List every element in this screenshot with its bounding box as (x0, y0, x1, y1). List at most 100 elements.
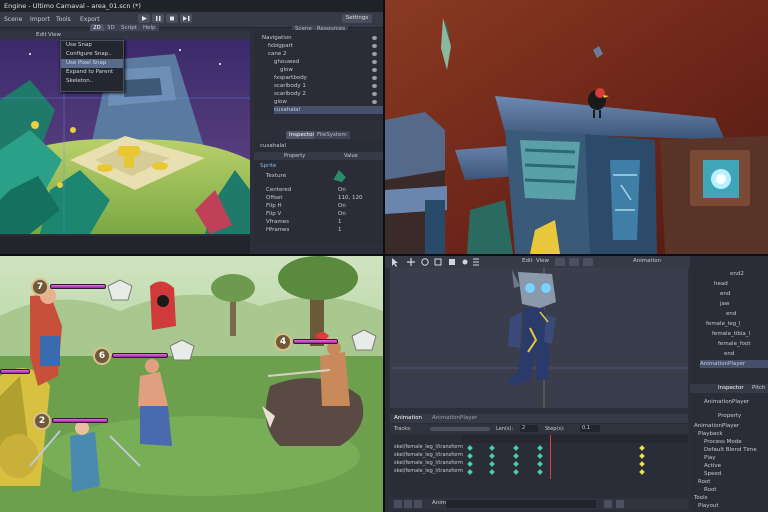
tree-item[interactable]: glow (280, 66, 293, 74)
bone-item[interactable]: end (726, 310, 736, 318)
bone-item[interactable]: end (720, 290, 730, 298)
viewport-edit-menu[interactable]: Edit (36, 32, 47, 38)
keyframe[interactable] (513, 461, 519, 467)
tab-filesystem[interactable]: FileSystem (314, 131, 350, 139)
keyframe[interactable] (639, 445, 645, 451)
tree-item[interactable]: ghouwed (274, 58, 299, 66)
visibility-icon[interactable] (372, 100, 377, 104)
bone-item[interactable]: female_tibia_l (712, 330, 750, 338)
bone-item[interactable]: female_foot (718, 340, 751, 348)
tree-item[interactable]: fxbigpart (268, 42, 293, 50)
anim-edit-menu[interactable]: Edit (522, 258, 533, 264)
bone-item[interactable]: jaw (720, 300, 729, 308)
keyframe[interactable] (537, 445, 543, 451)
menu-export[interactable]: Export (80, 16, 100, 23)
value-hframes[interactable]: 1 (338, 226, 342, 234)
anim-view-menu[interactable]: View (536, 258, 549, 264)
tree-item[interactable]: scarlbody 1 (274, 82, 306, 90)
tab-inspector-2[interactable]: Inspector (718, 385, 744, 391)
playhead[interactable] (550, 435, 551, 479)
keyframe[interactable] (537, 461, 543, 467)
value-vframes[interactable]: 1 (338, 218, 342, 226)
animation-dock-label[interactable]: Animation (633, 258, 661, 264)
bone-item[interactable]: female_leg_l (706, 320, 740, 328)
visibility-icon[interactable] (372, 92, 377, 96)
animation-viewport[interactable] (390, 268, 688, 408)
texture-preview[interactable] (333, 170, 346, 182)
tree-item[interactable]: cane 2 (268, 50, 287, 58)
scene-viewport[interactable] (0, 40, 250, 234)
loc-key-button[interactable] (555, 258, 565, 266)
visibility-icon[interactable] (372, 60, 377, 64)
step-button[interactable] (180, 14, 192, 23)
keyframe[interactable] (537, 453, 543, 459)
unit-health-bar (293, 339, 338, 344)
bone-item[interactable]: end (724, 350, 734, 358)
keyframe[interactable] (639, 453, 645, 459)
side-prop: Root (704, 487, 717, 493)
animation-panel: Animation AnimationPlayer Tracks: Len(s)… (390, 414, 688, 512)
value-offset[interactable]: 110, 120 (338, 194, 363, 202)
keyframe[interactable] (467, 453, 473, 459)
keyframe[interactable] (489, 453, 495, 459)
stop-button[interactable] (166, 14, 178, 23)
menu-scene[interactable]: Scene (4, 16, 22, 23)
keyframe[interactable] (489, 461, 495, 467)
skeleton-character (390, 268, 688, 408)
save-anim-button[interactable] (414, 500, 422, 508)
keyframe[interactable] (467, 461, 473, 467)
tree-item-selected[interactable]: cusahalal (274, 106, 383, 114)
menu-item-use-pixel-snap[interactable]: Use Pixel Snap (61, 59, 123, 68)
value-flip-h[interactable]: On (338, 202, 346, 210)
visibility-icon[interactable] (372, 36, 377, 40)
tab-inspector[interactable]: Inspector (286, 131, 318, 139)
scale-key-button[interactable] (583, 258, 593, 266)
keyframe[interactable] (513, 445, 519, 451)
keyframe[interactable] (467, 469, 473, 475)
keyframe[interactable] (489, 445, 495, 451)
viewport-view-menu[interactable]: View (48, 32, 61, 38)
visibility-icon[interactable] (372, 68, 377, 72)
keyframe[interactable] (639, 469, 645, 475)
visibility-icon[interactable] (372, 76, 377, 80)
pause-button[interactable] (152, 14, 164, 23)
node-type-item[interactable]: AnimationPlayer (700, 360, 768, 368)
menu-import[interactable]: Import (30, 16, 50, 23)
stop-anim-button[interactable] (616, 500, 624, 508)
bone-item[interactable]: end2 (730, 270, 744, 278)
side-prop: Playback (698, 431, 723, 437)
keyframe[interactable] (489, 469, 495, 475)
value-centered[interactable]: On (338, 186, 346, 194)
keyframe[interactable] (639, 461, 645, 467)
settings-button[interactable]: Settings (342, 14, 372, 23)
value-flip-v[interactable]: On (338, 210, 346, 218)
menu-item-use-snap[interactable]: Use Snap (61, 41, 123, 50)
bone-item[interactable]: head (714, 280, 728, 288)
open-anim-button[interactable] (404, 500, 412, 508)
keyframe[interactable] (513, 469, 519, 475)
anim-select[interactable] (446, 500, 596, 508)
visibility-icon[interactable] (372, 84, 377, 88)
tree-item[interactable]: Navigation (262, 34, 292, 42)
prop-flip-h: Flip H (266, 203, 282, 209)
menu-item-skeleton[interactable]: Skeleton.. (61, 77, 123, 86)
menu-item-configure-snap[interactable]: Configure Snap.. (61, 50, 123, 59)
keyframe[interactable] (537, 469, 543, 475)
play-button[interactable] (138, 14, 150, 23)
keyframe[interactable] (513, 453, 519, 459)
visibility-icon[interactable] (372, 52, 377, 56)
window-title: Engine - Ultimo Carnaval - area_01.scn (… (0, 0, 383, 12)
tab-pitch[interactable]: Pitch (752, 385, 765, 391)
visibility-icon[interactable] (372, 44, 377, 48)
tree-item[interactable]: scarlbody 2 (274, 90, 306, 98)
rot-key-button[interactable] (569, 258, 579, 266)
keyframe[interactable] (467, 445, 473, 451)
scene-tree-dock: Navigation fxbigpart cane 2 ghouwed glow… (254, 30, 383, 120)
menu-item-expand-to-parent[interactable]: Expand to Parent (61, 68, 123, 77)
new-anim-button[interactable] (394, 500, 402, 508)
unit-health-bar (52, 418, 108, 423)
play-anim-button[interactable] (604, 500, 612, 508)
tree-item[interactable]: glow (274, 98, 287, 106)
menu-tools[interactable]: Tools (56, 16, 71, 23)
tree-item[interactable]: fxspartbody (274, 74, 307, 82)
